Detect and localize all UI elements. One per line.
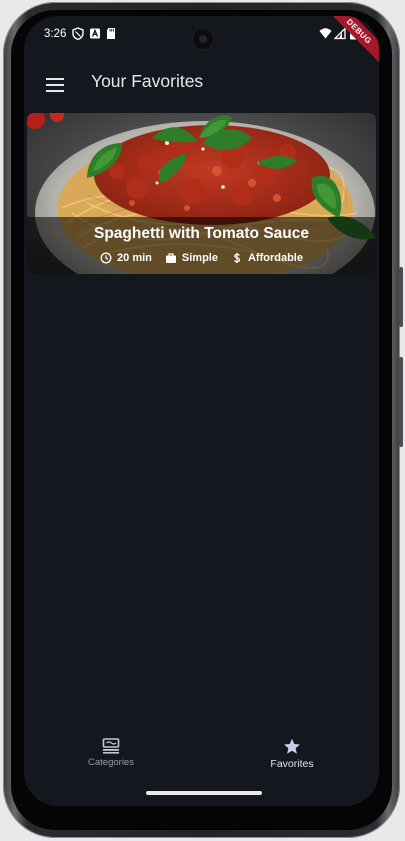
meal-info-overlay: Spaghetti with Tomato Sauce 20 min Simpl… bbox=[27, 217, 376, 274]
meal-card[interactable]: Spaghetti with Tomato Sauce 20 min Simpl… bbox=[27, 113, 376, 274]
cell-signal-icon bbox=[334, 27, 346, 40]
nav-item-favorites[interactable]: Favorites bbox=[232, 738, 352, 770]
meal-duration-label: 20 min bbox=[117, 252, 152, 264]
volume-button bbox=[399, 267, 403, 327]
meal-affordability-label: Affordable bbox=[247, 252, 303, 264]
status-bar: 3:26 DEBUG bbox=[24, 16, 379, 67]
meal-complexity: Simple bbox=[165, 252, 218, 264]
bottom-navigation-bar: Categories Favorites bbox=[24, 728, 379, 806]
meal-traits: 20 min Simple Affordable bbox=[27, 252, 376, 264]
nav-item-categories[interactable]: Categories bbox=[51, 738, 171, 768]
meal-duration: 20 min bbox=[100, 252, 152, 264]
status-time: 3:26 bbox=[44, 28, 67, 40]
dollar-icon bbox=[233, 253, 241, 263]
set-meal-icon bbox=[102, 738, 120, 754]
briefcase-icon bbox=[165, 253, 176, 263]
power-button bbox=[399, 357, 403, 447]
nav-label-categories: Categories bbox=[88, 757, 134, 768]
nav-label-favorites: Favorites bbox=[270, 758, 314, 770]
vpn-shield-icon bbox=[72, 27, 84, 40]
clock-icon bbox=[100, 252, 112, 264]
page-title: Your Favorites bbox=[91, 71, 204, 91]
wifi-icon bbox=[319, 28, 332, 39]
meal-affordability: Affordable bbox=[231, 252, 303, 264]
meal-complexity-label: Simple bbox=[181, 252, 218, 264]
debug-banner: DEBUG bbox=[323, 16, 379, 67]
app-screen: 3:26 DEBUG Your Favorites Spaghetti with… bbox=[24, 16, 379, 806]
home-indicator[interactable] bbox=[146, 791, 262, 795]
a-badge-icon bbox=[90, 28, 100, 39]
app-bar: Your Favorites bbox=[24, 60, 379, 108]
sd-card-icon bbox=[107, 28, 115, 39]
front-camera bbox=[193, 29, 213, 49]
hamburger-menu-icon[interactable] bbox=[44, 75, 66, 93]
meal-title: Spaghetti with Tomato Sauce bbox=[93, 225, 309, 242]
star-icon bbox=[284, 738, 300, 754]
